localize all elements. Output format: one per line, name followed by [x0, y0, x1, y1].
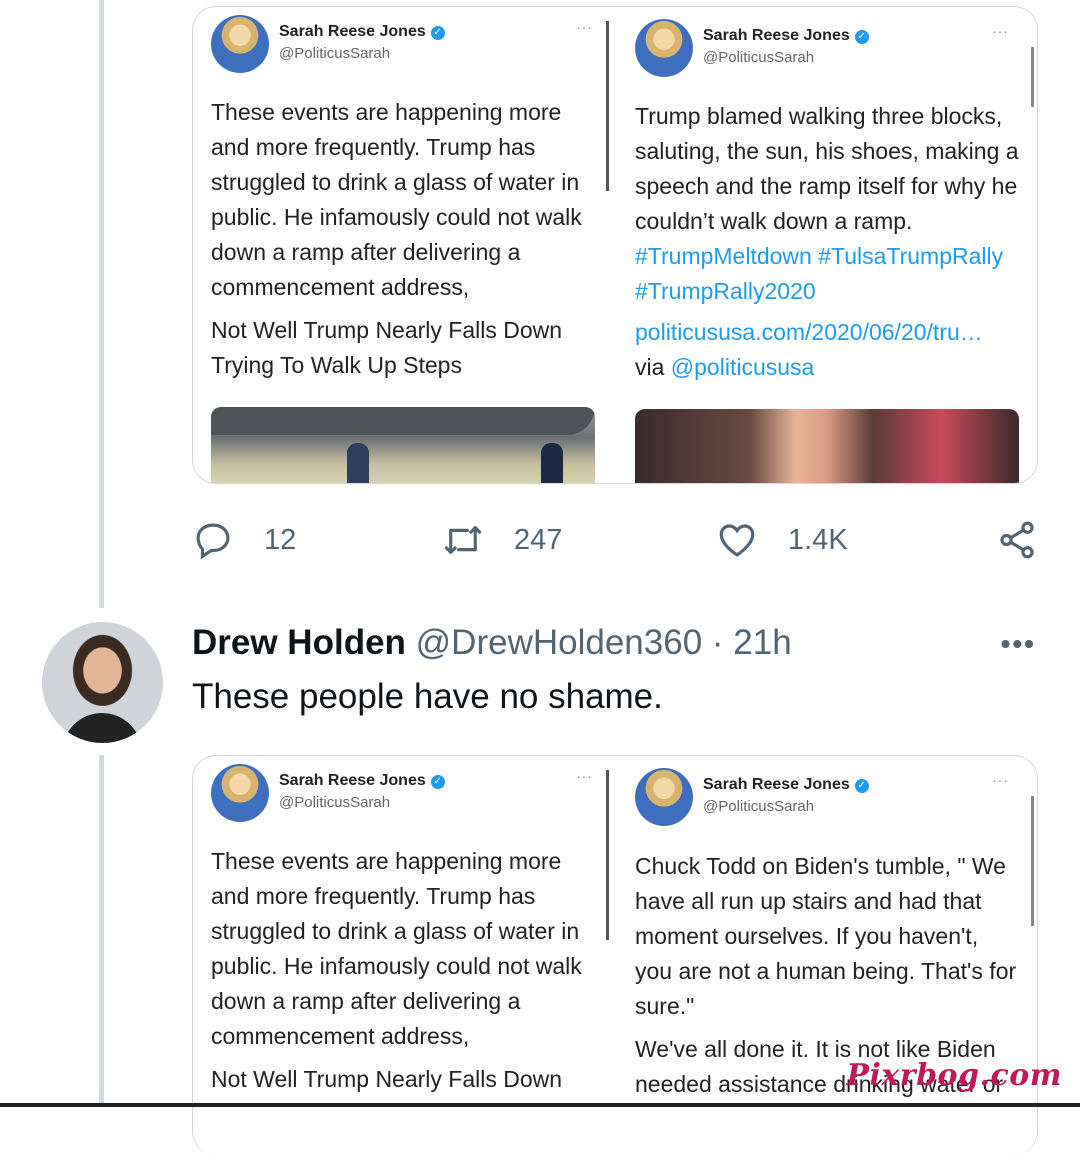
retweet-count: 247: [514, 523, 563, 556]
verified-icon: ✓: [430, 26, 445, 40]
reply-button[interactable]: 12: [192, 515, 296, 565]
tweet-text: Trump blamed walking three blocks, salut…: [635, 99, 1019, 393]
avatar: [211, 764, 269, 822]
verified-icon: ✓: [854, 779, 869, 793]
scrollbar: [1031, 796, 1034, 926]
avatar-detail: [62, 713, 142, 743]
quoted-tweet-right: Sarah Reese Jones ✓ @PoliticusSarah ··· C…: [617, 756, 1017, 1155]
retweet-button[interactable]: 247: [442, 515, 562, 565]
separator: ·: [711, 623, 724, 662]
author-name: Sarah Reese Jones ✓: [703, 27, 869, 45]
author-name: Sarah Reese Jones ✓: [703, 776, 869, 794]
scrollbar: [1031, 47, 1034, 107]
quoted-tweet-left: Sarah Reese Jones ✓ @PoliticusSarah ··· T…: [193, 756, 593, 1155]
author-name[interactable]: Drew Holden: [192, 623, 406, 662]
verified-icon: ✓: [430, 775, 445, 789]
tweet-header: Sarah Reese Jones ✓ @PoliticusSarah ···: [635, 766, 1015, 830]
embedded-image-card[interactable]: Sarah Reese Jones ✓ @PoliticusSarah ··· T…: [192, 755, 1038, 1155]
tweet-photo: [635, 409, 1019, 483]
tweet-paragraph: Not Well Trump Nearly Falls Down Trying …: [211, 317, 563, 378]
like-button[interactable]: 1.4K: [716, 515, 848, 565]
author-handle: @PoliticusSarah: [279, 794, 391, 811]
reply-count: 12: [264, 523, 297, 556]
tweet-paragraph: These events are happening more and more…: [211, 848, 582, 1049]
panel-divider: [606, 21, 609, 191]
more-icon: ···: [576, 768, 593, 784]
author-name: Sarah Reese Jones ✓: [279, 772, 445, 790]
timestamp[interactable]: 21h: [733, 623, 791, 662]
like-count: 1.4K: [788, 523, 848, 556]
tweet-actions: 12 247 1.4K: [192, 515, 1038, 565]
tweet-paragraph: Chuck Todd on Biden's tumble, " We have …: [635, 853, 1017, 1019]
thread-line-bottom: [99, 755, 104, 1107]
tweet-header: Drew Holden @DrewHolden360 · 21h: [192, 623, 792, 663]
via-handle-link[interactable]: @politicususa: [671, 354, 815, 380]
panel-divider: [606, 770, 609, 940]
heart-icon: [719, 524, 755, 557]
avatar: [635, 19, 693, 77]
tweet-text: These people have no shame.: [192, 677, 663, 716]
share-icon: [1000, 521, 1034, 559]
tweet-header: Sarah Reese Jones ✓ @PoliticusSarah ···: [211, 13, 593, 77]
author-name: Sarah Reese Jones ✓: [279, 23, 445, 41]
tweet-paragraph: Trump blamed walking three blocks, salut…: [635, 103, 1019, 304]
more-icon: ···: [992, 772, 1009, 788]
avatar: [211, 15, 269, 73]
tweet-text: These events are happening more and more…: [211, 844, 595, 1105]
more-icon: ···: [992, 23, 1009, 39]
article-link[interactable]: politicususa.com/2020/06/20/tru…: [635, 319, 983, 345]
tweet-header: Sarah Reese Jones ✓ @PoliticusSarah ···: [635, 17, 1015, 81]
avatar[interactable]: [42, 622, 163, 743]
tweet-header: Sarah Reese Jones ✓ @PoliticusSarah ···: [211, 762, 593, 826]
author-handle[interactable]: @DrewHolden360: [416, 623, 703, 662]
tweet-paragraph: Not Well Trump Nearly Falls Down: [211, 1066, 563, 1092]
author-handle: @PoliticusSarah: [703, 49, 815, 66]
reply-icon: [196, 523, 230, 560]
quoted-tweet-right: Sarah Reese Jones ✓ @PoliticusSarah ··· T…: [617, 7, 1019, 483]
photo-detail: [211, 407, 595, 435]
author-handle: @PoliticusSarah: [279, 45, 391, 62]
author-handle: @PoliticusSarah: [703, 798, 815, 815]
embedded-image-card[interactable]: Sarah Reese Jones ✓ @PoliticusSarah ··· T…: [192, 6, 1038, 484]
photo-detail: [347, 443, 369, 483]
reply-tweet[interactable]: Drew Holden @DrewHolden360 · 21h ••• The…: [0, 620, 1080, 750]
share-button[interactable]: [996, 515, 1068, 565]
tweet-text: These events are happening more and more…: [211, 95, 595, 391]
thread-line-top: [99, 0, 104, 608]
more-icon[interactable]: •••: [1001, 628, 1036, 660]
tweet-link-line: politicususa.com/2020/06/20/tru… via @pol…: [635, 315, 1019, 385]
tweet-photo: [211, 407, 595, 483]
tweet-paragraph: These events are happening more and more…: [211, 99, 582, 300]
bottom-edge: [0, 1103, 1080, 1107]
verified-icon: ✓: [854, 30, 869, 44]
retweet-icon: [444, 526, 482, 554]
more-icon: ···: [576, 19, 593, 35]
hashtags[interactable]: #TrumpMeltdown #TulsaTrumpRally #TrumpRa…: [635, 243, 1003, 304]
watermark: Pixrbog.com: [846, 1058, 1062, 1093]
photo-detail: [541, 443, 563, 483]
via-label: via: [635, 354, 665, 380]
quoted-tweet-left: Sarah Reese Jones ✓ @PoliticusSarah ··· T…: [193, 7, 595, 483]
avatar: [635, 768, 693, 826]
